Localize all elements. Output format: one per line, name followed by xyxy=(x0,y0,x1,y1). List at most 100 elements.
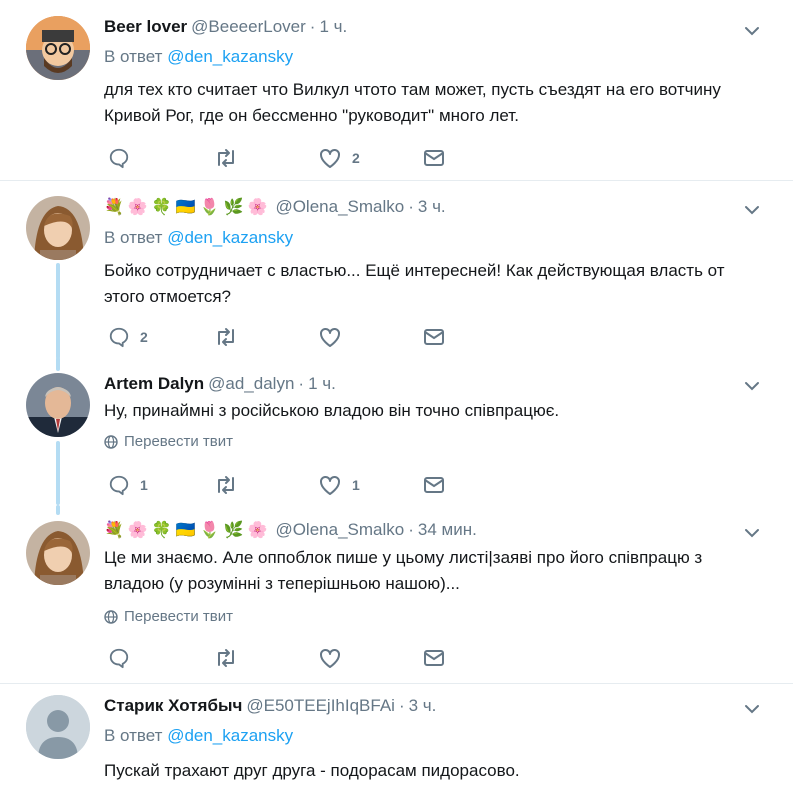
tweet-text-line: Ну, принаймні з російською владою він то… xyxy=(104,401,560,420)
emoji: 🌸 xyxy=(127,522,148,539)
emoji: 🍀 xyxy=(151,199,172,216)
reply-button[interactable]: 2 xyxy=(108,325,148,349)
tweet-text-line: Це ми знаємо. Але оппоблок пише у цьому … xyxy=(104,548,703,567)
like-count: 1 xyxy=(352,477,360,493)
reply-button[interactable] xyxy=(108,646,140,670)
chevron-down-icon[interactable] xyxy=(744,26,760,36)
like-button[interactable]: 1 xyxy=(318,473,360,497)
timestamp[interactable]: 1 ч. xyxy=(308,374,336,394)
direct-message-icon xyxy=(424,150,444,166)
tweet-text: Ну, принаймні з російською владою він то… xyxy=(104,398,774,424)
tweet-text-line: Бойко сотрудничает с властью... Ещё инте… xyxy=(104,261,725,280)
user-handle[interactable]: @Olena_Smalko xyxy=(275,520,404,540)
tweet-olena-1[interactable]: 💐 🌸 🍀 🇺🇦 🌷 🌿 🌸 @Olena_Smalko · 3 ч. В от… xyxy=(0,181,793,359)
user-handle[interactable]: @BeeeerLover xyxy=(191,17,306,37)
like-count: 2 xyxy=(352,150,360,166)
tweet-text: для тех кто считает что Вилкул чтото там… xyxy=(104,77,774,129)
tweet-starik-hotyabych[interactable]: Старик Хотябыч @E50TEEjIhIqBFAi · 3 ч. В… xyxy=(0,684,793,801)
separator-dot: · xyxy=(408,520,414,539)
like-button[interactable]: 2 xyxy=(318,146,360,170)
direct-message-button[interactable] xyxy=(422,473,446,497)
display-name[interactable]: Старик Хотябыч xyxy=(104,696,242,716)
thread-line xyxy=(56,441,60,505)
avatar[interactable] xyxy=(26,196,90,260)
retweet-icon xyxy=(218,328,234,346)
direct-message-icon xyxy=(424,329,444,345)
timestamp[interactable]: 34 мин. xyxy=(418,520,477,540)
reply-to-line: В ответ @den_kazansky xyxy=(104,47,293,67)
like-icon xyxy=(320,475,340,495)
tweet-actions: 2 xyxy=(104,325,464,349)
retweet-button[interactable] xyxy=(214,325,248,349)
reply-button[interactable]: 1 xyxy=(108,473,148,497)
emoji: 🇺🇦 xyxy=(175,199,196,216)
chevron-down-icon[interactable] xyxy=(744,704,760,714)
translate-link[interactable]: Перевести твит xyxy=(104,433,233,450)
avatar[interactable] xyxy=(26,16,90,80)
avatar-image xyxy=(26,196,90,260)
reply-button[interactable] xyxy=(108,146,140,170)
tweet-artem-dalyn[interactable]: Artem Dalyn @ad_dalyn · 1 ч. Ну, принайм… xyxy=(0,357,793,505)
retweet-button[interactable] xyxy=(214,473,248,497)
user-handle[interactable]: @E50TEEjIhIqBFAi xyxy=(246,696,395,716)
timestamp[interactable]: 3 ч. xyxy=(409,696,437,716)
translate-label[interactable]: Перевести твит xyxy=(124,608,233,625)
globe-icon xyxy=(104,434,118,449)
user-handle[interactable]: @ad_dalyn xyxy=(208,374,294,394)
tweet-text: Це ми знаємо. Але оппоблок пише у цьому … xyxy=(104,545,774,597)
chevron-down-icon[interactable] xyxy=(744,205,760,215)
direct-message-icon xyxy=(424,650,444,666)
direct-message-icon xyxy=(424,477,444,493)
tweet-text-line: Пускай трахают друг друга - подорасам пи… xyxy=(104,761,520,780)
direct-message-button[interactable] xyxy=(422,146,446,170)
emoji: 🇺🇦 xyxy=(175,522,196,539)
reply-icon xyxy=(109,648,129,669)
like-icon xyxy=(320,648,340,668)
tweet-olena-2[interactable]: 💐 🌸 🍀 🇺🇦 🌷 🌿 🌸 @Olena_Smalko · 34 мин. Ц… xyxy=(0,505,793,683)
like-icon xyxy=(320,327,340,347)
chevron-down-icon[interactable] xyxy=(744,528,760,538)
reply-to-link[interactable]: @den_kazansky xyxy=(167,228,293,247)
timestamp[interactable]: 1 ч. xyxy=(319,17,347,37)
user-handle[interactable]: @Olena_Smalko xyxy=(275,197,404,217)
direct-message-button[interactable] xyxy=(422,325,446,349)
translate-link[interactable]: Перевести твит xyxy=(104,608,233,625)
retweet-icon xyxy=(218,649,234,667)
tweet-header: Старик Хотябыч @E50TEEjIhIqBFAi · 3 ч. xyxy=(104,695,436,717)
tweet-header: Beer lover @BeeeerLover · 1 ч. xyxy=(104,16,347,38)
default-avatar-icon xyxy=(26,695,90,759)
direct-message-button[interactable] xyxy=(422,646,446,670)
tweet-actions xyxy=(104,646,464,670)
avatar[interactable] xyxy=(26,373,90,437)
thread-line xyxy=(56,505,60,515)
reply-to-link[interactable]: @den_kazansky xyxy=(167,47,293,66)
display-name[interactable]: Artem Dalyn xyxy=(104,374,204,394)
tweet-beer-lover[interactable]: Beer lover @BeeeerLover · 1 ч. В ответ @… xyxy=(0,0,793,180)
tweet-header: 💐 🌸 🍀 🇺🇦 🌷 🌿 🌸 @Olena_Smalko · 3 ч. xyxy=(104,196,446,218)
tweet-actions: 2 xyxy=(104,146,464,170)
reply-to-link[interactable]: @den_kazansky xyxy=(167,726,293,745)
tweet-header: 💐 🌸 🍀 🇺🇦 🌷 🌿 🌸 @Olena_Smalko · 34 мин. xyxy=(104,519,477,541)
avatar-image xyxy=(26,521,90,585)
display-name[interactable]: Beer lover xyxy=(104,17,187,37)
avatar[interactable] xyxy=(26,521,90,585)
chevron-down-icon[interactable] xyxy=(744,381,760,391)
retweet-button[interactable] xyxy=(214,146,248,170)
tweet-text-line: владою (у розумінні з теперішньою нашою)… xyxy=(104,574,460,593)
translate-label[interactable]: Перевести твит xyxy=(124,433,233,450)
emoji: 🌿 xyxy=(223,522,244,539)
emoji: 💐 xyxy=(104,199,124,216)
timestamp[interactable]: 3 ч. xyxy=(418,197,446,217)
reply-prefix: В ответ xyxy=(104,228,163,247)
avatar-image xyxy=(26,16,90,80)
like-button[interactable] xyxy=(318,325,352,349)
like-button[interactable] xyxy=(318,646,352,670)
avatar[interactable] xyxy=(26,695,90,759)
retweet-button[interactable] xyxy=(214,646,248,670)
separator-dot: · xyxy=(408,197,414,216)
reply-count: 1 xyxy=(140,477,148,493)
emoji: 🌷 xyxy=(199,199,220,216)
emoji: 💐 xyxy=(104,522,124,539)
separator-dot: · xyxy=(298,374,305,393)
emoji: 🌿 xyxy=(223,199,244,216)
